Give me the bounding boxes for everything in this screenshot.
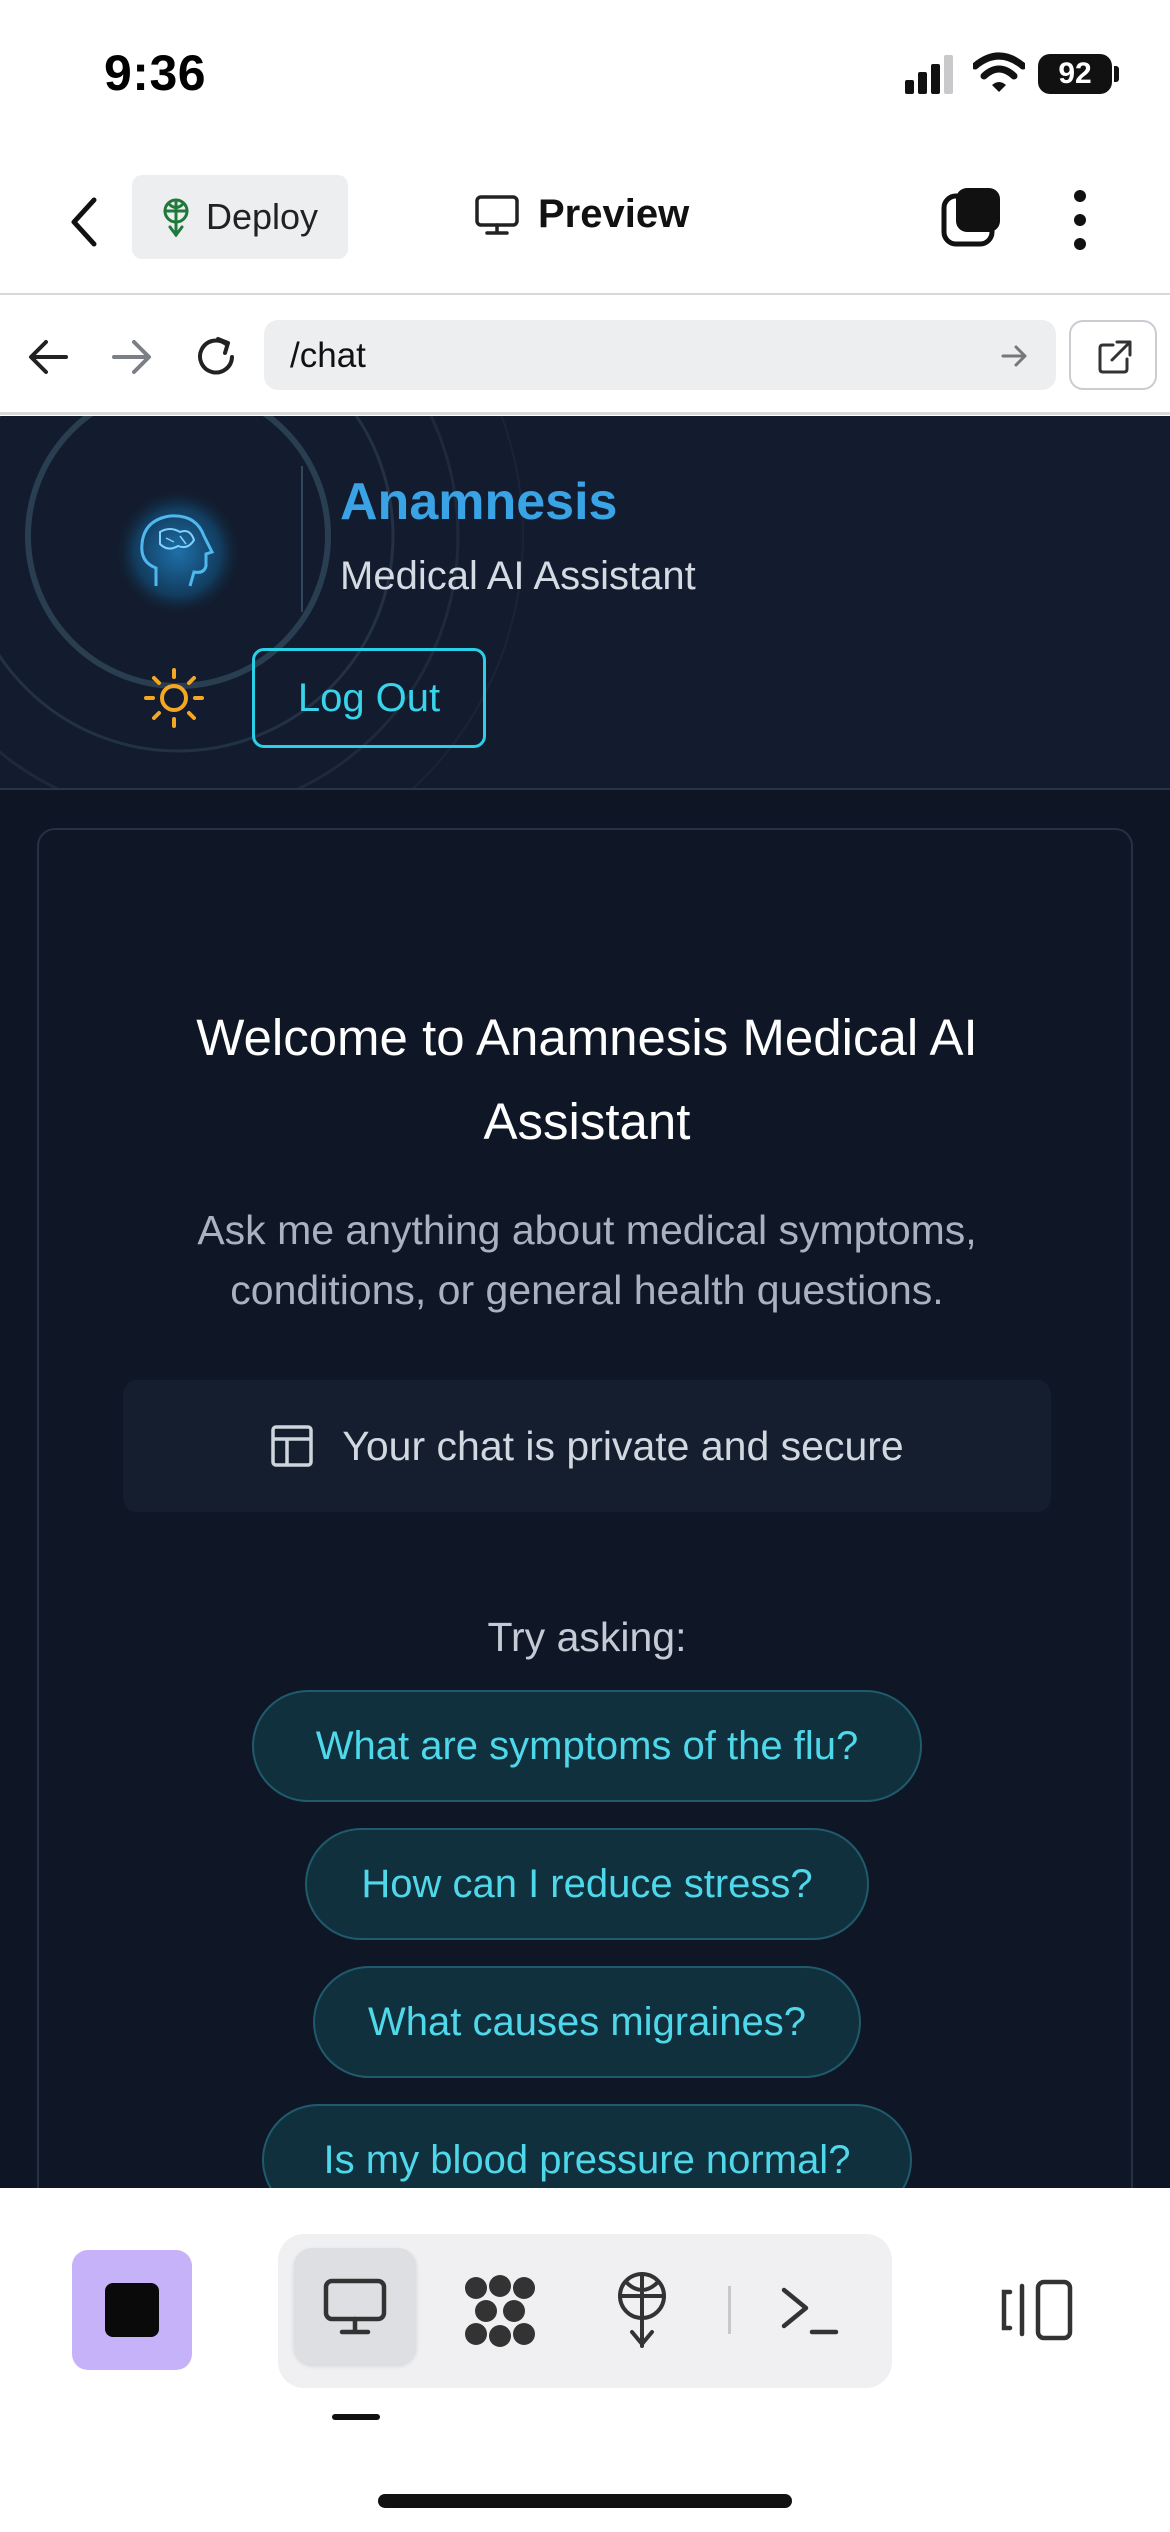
sun-icon[interactable] [142,666,206,730]
brand-title: Anamnesis [340,473,618,531]
suggestion-chip[interactable]: What causes migraines? [313,1966,861,2078]
status-bar: 9:36 92 [0,0,1170,150]
tab-preview[interactable] [294,2248,416,2364]
privacy-notice: Your chat is private and secure [123,1380,1051,1512]
suggestion-chip[interactable]: What are symptoms of the flu? [252,1690,922,1802]
arrow-left-icon[interactable] [26,337,70,377]
layout-icon [271,1425,314,1467]
deploy-label: Deploy [206,196,319,237]
privacy-text: Your chat is private and secure [342,1422,904,1469]
cellular-signal-icon [905,55,953,94]
more-icon[interactable] [1066,188,1094,252]
tab-indicator [332,2414,380,2420]
workspace-icon[interactable] [462,2274,538,2348]
deploy-button[interactable]: Deploy [132,175,348,259]
web-content: Anamnesis Medical AI Assistant Log Out W… [0,416,1170,2188]
terminal-icon[interactable] [780,2284,840,2340]
external-link-icon [1098,340,1132,374]
chat-panel: Welcome to Anamnesis Medical AI Assistan… [37,828,1133,2188]
monitor-icon [323,2278,387,2335]
suggestion-chip[interactable]: Is my blood pressure normal? [262,2104,912,2188]
reload-icon[interactable] [192,333,240,381]
preview-label: Preview [538,192,690,236]
stop-icon [105,2283,159,2337]
tabs-icon[interactable] [940,186,1004,250]
logout-button[interactable]: Log Out [252,648,486,748]
brain-logo-icon [116,490,240,614]
monitor-icon [475,194,519,235]
home-indicator [378,2494,792,2508]
deploy-tab-icon[interactable] [612,2270,672,2350]
url-text: /chat [290,336,366,375]
go-icon[interactable] [1000,342,1030,370]
deploy-icon [163,198,189,237]
try-asking-label: Try asking: [487,1614,687,1660]
brand-subtitle: Medical AI Assistant [340,554,696,598]
app-header: Anamnesis Medical AI Assistant Log Out [0,416,1170,790]
tab-divider [728,2286,731,2334]
status-time: 9:36 [104,45,207,101]
tab-group [278,2234,892,2388]
back-icon[interactable] [66,194,100,250]
app-toolbar: Deploy Preview [0,150,1170,295]
suggestion-chip[interactable]: How can I reduce stress? [305,1828,869,1940]
bottom-tab-bar [0,2188,1170,2532]
url-field[interactable]: /chat [264,320,1056,390]
battery-tip [1114,66,1119,82]
stop-button[interactable] [72,2250,192,2370]
battery-indicator: 92 [1038,54,1112,94]
open-external-button[interactable] [1069,320,1157,390]
arrow-right-icon[interactable] [110,337,154,377]
browser-bar: /chat [0,297,1170,415]
welcome-subtitle: Ask me anything about medical symptoms, … [197,1207,977,1313]
preview-tab-title[interactable]: Preview [474,192,689,237]
device-switch-icon[interactable] [1000,2278,1076,2342]
wifi-icon [973,52,1025,92]
welcome-title: Welcome to Anamnesis Medical AI Assistan… [196,1009,978,1150]
